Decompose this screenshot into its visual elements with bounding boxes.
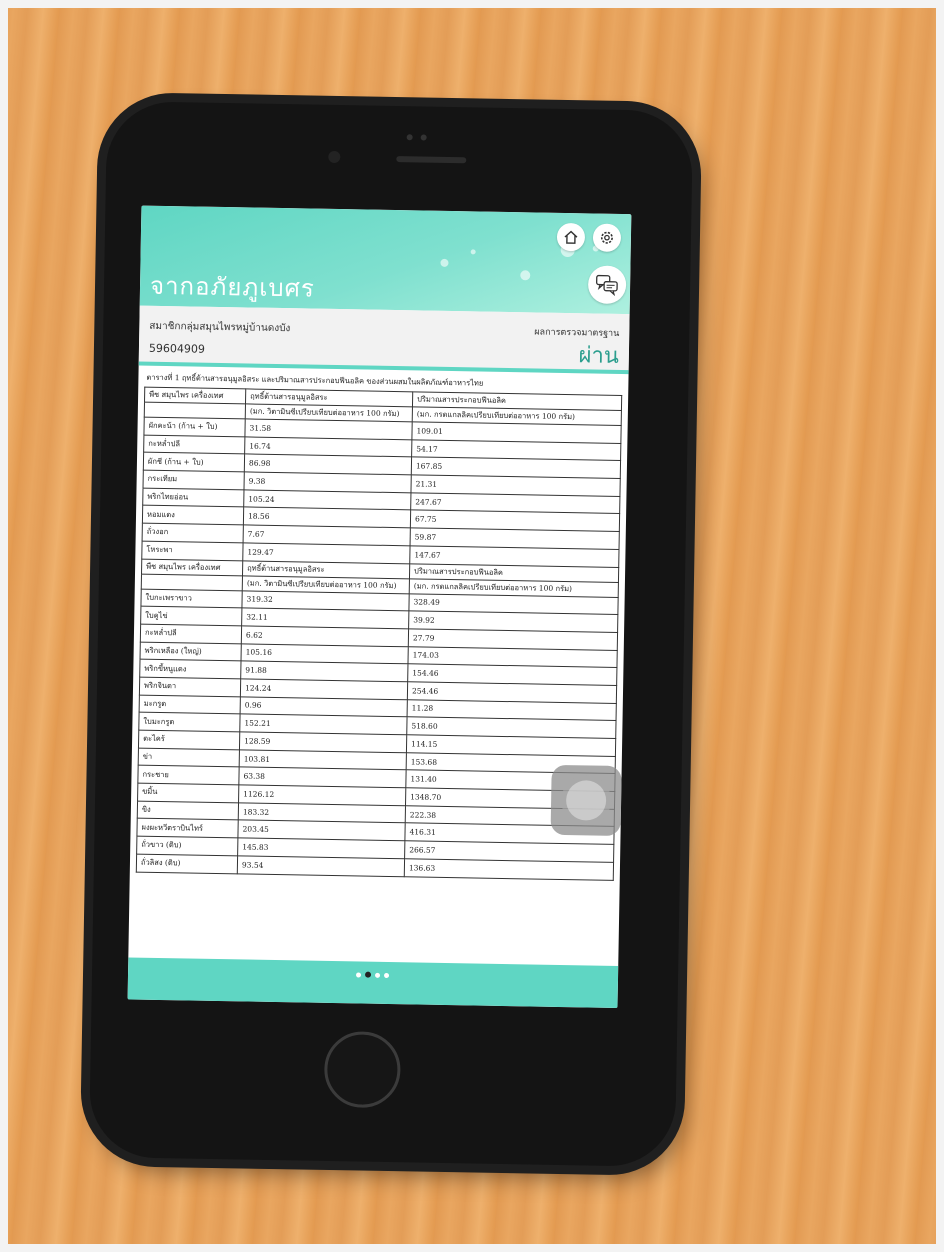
column-header: พืช สมุนไพร เครื่องเทศ <box>144 387 246 404</box>
table-cell-name: ผงผะหวีตราบินไทร์ <box>136 818 239 838</box>
table-cell-name: หอมแดง <box>142 505 244 526</box>
table-cell-name: ผักคะน้า (ก้าน + ใบ) <box>143 417 246 437</box>
page-indicator[interactable] <box>356 971 390 978</box>
table-cell-name: ใบมะกรูด <box>138 712 241 732</box>
sensor-dots <box>406 134 413 141</box>
document-image: ตารางที่ 1 ฤทธิ์ต้านสารอนุมูลอิสระ และปร… <box>134 372 622 960</box>
phone-device: จากอภัยภูเบศร สมาชิกกลุ่มสมุนไพรหมู่บ้าน… <box>88 100 694 1168</box>
table-cell-value: 136.63 <box>404 858 614 880</box>
table-cell-name: ใบกะเพราขาว <box>140 588 243 609</box>
gear-icon <box>600 231 613 244</box>
table-cell-name: มะกรูด <box>139 694 241 715</box>
table-cell-name: ถั่วงอก <box>142 523 244 543</box>
member-label: สมาชิกกลุ่มสมุนไพรหมู่บ้านดงบัง <box>149 320 291 335</box>
column-header: พืช สมุนไพร เครื่องเทศ <box>141 558 243 576</box>
assistive-touch-button[interactable] <box>550 764 622 837</box>
table-cell-name: ขมิ้น <box>137 783 239 803</box>
table-cell-name: ผักชี (ก้าน + ใบ) <box>143 452 245 472</box>
app-footer <box>127 957 619 1009</box>
pass-status: ผ่าน <box>578 343 620 369</box>
settings-button[interactable] <box>592 223 622 252</box>
table-cell-value: 93.54 <box>237 855 405 877</box>
decor-bubble <box>520 270 531 281</box>
table-cell-name: ขิง <box>137 800 239 821</box>
member-id: 59604909 <box>148 341 206 356</box>
table-cell-name: พริกเหลือง (ใหญ่) <box>140 641 242 662</box>
page-dot[interactable] <box>384 972 390 978</box>
table-cell-name: ตะไคร้ <box>138 730 240 750</box>
decor-bubble <box>440 258 449 267</box>
table-cell-name: โหระพา <box>141 540 244 561</box>
table-cell-name: พริกขี้หนูแดง <box>139 659 242 679</box>
table-cell-name: กะหล่ำปลี <box>140 624 242 644</box>
front-camera <box>328 150 341 164</box>
table-cell-name: ถั่วขาว (ดิบ) <box>136 836 238 856</box>
app-screen: จากอภัยภูเบศร สมาชิกกลุ่มสมุนไพรหมู่บ้าน… <box>127 205 632 1009</box>
table-cell-name: กะหล่ำปลี <box>143 434 245 455</box>
decor-bubble <box>470 249 476 255</box>
table-cell-name: กระชาย <box>137 765 240 785</box>
home-hardware-button[interactable] <box>323 1030 402 1109</box>
page-dot[interactable] <box>375 972 381 978</box>
assistive-touch-icon <box>565 780 607 821</box>
app-header: จากอภัยภูเบศร <box>139 205 632 315</box>
chat-icon <box>596 274 618 296</box>
table-cell-name: พริกจินดา <box>139 677 241 697</box>
page-dot[interactable] <box>364 971 372 978</box>
earpiece-speaker <box>396 156 467 164</box>
app-title: จากอภัยภูเบศร <box>149 271 316 303</box>
home-icon <box>564 230 578 244</box>
table-cell-name: ข่า <box>138 747 240 768</box>
table-cell-name: ถั่วลิสง (ดิบ) <box>136 853 238 874</box>
column-unit <box>144 402 246 419</box>
antioxidant-table: พืช สมุนไพร เครื่องเทศ ฤทธิ์ต้านสารอนุมู… <box>136 387 622 881</box>
column-unit <box>141 573 243 591</box>
table-cell-name: ใบคูไข่ <box>140 606 242 626</box>
home-button[interactable] <box>556 222 586 252</box>
member-info-bar: สมาชิกกลุ่มสมุนไพรหมู่บ้านดงบัง 59604909… <box>138 305 630 375</box>
page-dot[interactable] <box>356 971 362 978</box>
table-cell-name: กระเทียม <box>143 470 245 490</box>
table-cell-name: พริกไทยอ่อน <box>142 487 244 508</box>
chat-button[interactable] <box>587 265 627 305</box>
